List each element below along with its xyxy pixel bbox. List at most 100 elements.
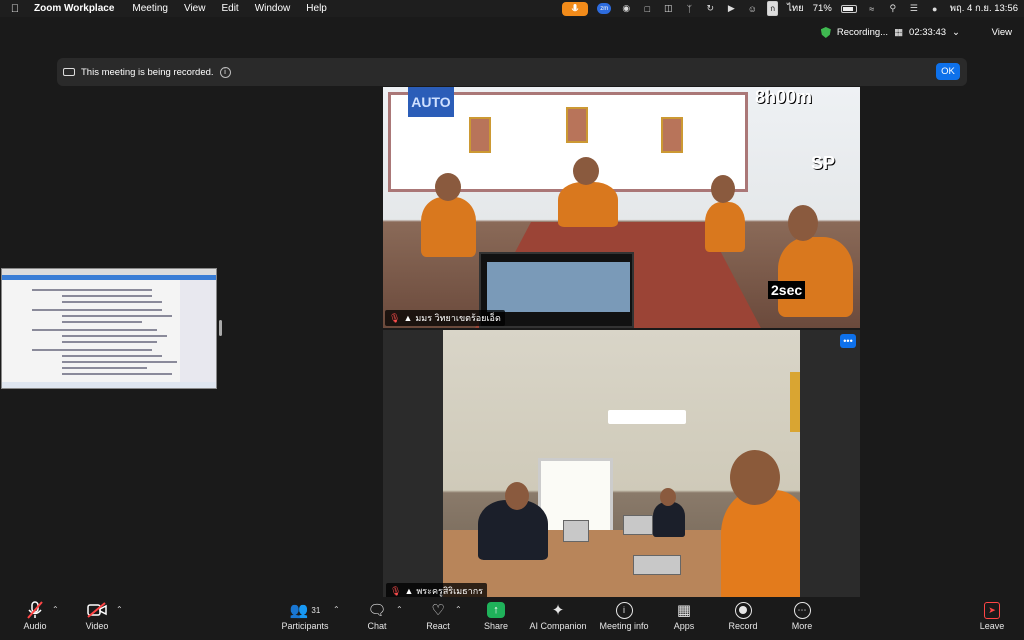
recording-status[interactable]: Recording... ▦ 02:33:43 ⌄ xyxy=(820,27,960,38)
video-button[interactable]: Video xyxy=(84,599,110,631)
muted-mic-icon: 🎙 xyxy=(389,312,401,323)
recording-banner: This meeting is being recorded. i OK xyxy=(57,58,967,86)
react-button[interactable]: ♡ React xyxy=(424,599,452,631)
user-icon[interactable]: ☺ xyxy=(746,3,758,14)
camera-2sec-overlay: 2sec xyxy=(768,281,806,299)
muted-mic-icon xyxy=(27,599,43,621)
zoom-top-bar: Recording... ▦ 02:33:43 ⌄ View xyxy=(0,17,1024,53)
screen-icon[interactable]: □ xyxy=(641,3,653,14)
siri-icon[interactable]: ● xyxy=(929,3,941,14)
ceiling-light xyxy=(608,410,686,424)
apps-icon: ▦ xyxy=(676,602,692,619)
leave-door-icon: ➤ xyxy=(984,601,1000,619)
wifi-icon[interactable]: ≈ xyxy=(866,3,878,14)
sync-icon[interactable]: ↻ xyxy=(704,3,716,14)
react-label: React xyxy=(426,621,450,631)
participant-name-tag: 🎙 ▲ มมร วิทยาเขตร้อยเอ็ด xyxy=(385,310,505,326)
participants-count: 31 xyxy=(311,605,321,615)
ok-button[interactable]: OK xyxy=(936,63,960,80)
menubar-clock[interactable]: พฤ. 4 ก.ย. 13:56 xyxy=(950,1,1018,16)
zoom-tray-icon[interactable]: zm xyxy=(597,3,612,14)
meeting-info-button[interactable]: i Meeting info xyxy=(597,599,651,631)
participants-icon: 👥 xyxy=(289,602,309,619)
tile-more-options-button[interactable]: ••• xyxy=(840,334,856,348)
more-label: More xyxy=(791,621,813,631)
sparkle-icon: ✦ xyxy=(551,602,565,619)
shelf xyxy=(790,372,800,432)
apps-label: Apps xyxy=(673,621,695,631)
chat-chevron-icon[interactable]: ⌃ xyxy=(396,605,403,614)
apps-button[interactable]: ▦ Apps xyxy=(671,599,697,631)
record-icon xyxy=(734,601,752,619)
menu-edit[interactable]: Edit xyxy=(213,3,246,14)
meeting-toolbar: Audio ⌃ Video ⌃ 👥 31 Participants ⌃ 🗨 Ch… xyxy=(0,597,1024,640)
menubar-tray: zm ◉ □ ◫ ᛉ ↻ ▶ ☺ ก ไทย 71% ≈ ⚲ ☰ ● พฤ. 4… xyxy=(562,0,1018,17)
video-label: Video xyxy=(85,621,109,631)
recording-message: This meeting is being recorded. xyxy=(81,66,214,78)
camera-sp-overlay: SP xyxy=(811,153,836,173)
recording-camera-icon xyxy=(63,68,75,76)
bluetooth-icon[interactable]: ᛉ xyxy=(683,3,695,14)
mic-in-use-icon[interactable] xyxy=(562,1,589,16)
leave-label: Leave xyxy=(979,621,1005,631)
record-button[interactable]: Record xyxy=(726,599,760,631)
audio-label: Audio xyxy=(23,621,47,631)
more-button[interactable]: ⋯ More xyxy=(789,599,815,631)
record-label: Record xyxy=(728,621,758,631)
video-tile-2[interactable] xyxy=(443,330,800,597)
participants-label: Participants xyxy=(281,621,329,631)
chat-icon: 🗨 xyxy=(367,602,387,619)
view-label: View xyxy=(991,27,1012,38)
ai-companion-label: AI Companion xyxy=(529,621,587,631)
line-app-icon[interactable]: ◉ xyxy=(620,3,632,14)
menu-meeting[interactable]: Meeting xyxy=(124,3,176,14)
airplay-icon[interactable]: ◫ xyxy=(662,3,674,14)
participant-name: พระครูสิริเมธากร xyxy=(416,586,483,596)
monk-participant xyxy=(721,490,800,597)
menu-help[interactable]: Help xyxy=(298,3,335,14)
auto-sign: AUTO xyxy=(408,87,454,117)
video-options-chevron-icon[interactable]: ⌃ xyxy=(116,605,123,614)
camera-time-overlay: 8h00m xyxy=(755,87,813,107)
share-arrow-icon: ↑ xyxy=(487,602,505,618)
play-icon[interactable]: ▶ xyxy=(725,3,737,14)
thumbnail-drag-handle[interactable] xyxy=(219,320,222,336)
security-shield-icon xyxy=(820,27,831,38)
chat-button[interactable]: 🗨 Chat xyxy=(365,599,389,631)
info-icon[interactable]: i xyxy=(219,66,231,78)
more-dots-icon: ⋯ xyxy=(793,601,811,619)
spotlight-icon[interactable]: ⚲ xyxy=(887,3,899,14)
react-chevron-icon[interactable]: ⌃ xyxy=(455,605,462,614)
pin-icon: ▲ xyxy=(404,586,414,596)
keyboard-layout-icon[interactable]: ก xyxy=(767,1,779,16)
control-center-icon[interactable]: ☰ xyxy=(908,3,920,14)
share-label: Share xyxy=(483,621,509,631)
share-button[interactable]: ↑ Share xyxy=(482,599,510,631)
participants-chevron-icon[interactable]: ⌃ xyxy=(333,605,340,614)
apple-icon[interactable]:  xyxy=(0,3,30,15)
view-button[interactable]: View xyxy=(992,27,1012,38)
meeting-info-label: Meeting info xyxy=(599,621,649,631)
pin-icon: ▲ xyxy=(403,313,413,323)
menu-window[interactable]: Window xyxy=(247,3,299,14)
participants-button[interactable]: 👥 31 Participants xyxy=(280,599,330,631)
audio-button[interactable]: Audio xyxy=(22,599,48,631)
video-off-icon xyxy=(87,599,107,621)
audio-options-chevron-icon[interactable]: ⌃ xyxy=(52,605,59,614)
shared-screen-thumbnail[interactable] xyxy=(1,268,217,389)
meeting-timer: 02:33:43 xyxy=(909,27,947,38)
video-tile-1[interactable]: AUTO 8h00m SP 2sec 🎙 ▲ มมร วิทยาเขตร้อยเ… xyxy=(383,87,860,328)
battery-icon[interactable] xyxy=(840,4,857,13)
battery-percent: 71% xyxy=(812,3,832,14)
input-language[interactable]: ไทย xyxy=(787,1,804,16)
muted-mic-icon: 🎙 xyxy=(390,585,402,596)
chat-label: Chat xyxy=(367,621,387,631)
timer-icon: ▦ xyxy=(894,27,904,38)
chevron-down-icon: ⌄ xyxy=(952,27,960,38)
ai-companion-button[interactable]: ✦ AI Companion xyxy=(528,599,588,631)
leave-button[interactable]: ➤ Leave xyxy=(978,599,1006,631)
menu-view[interactable]: View xyxy=(176,3,214,14)
menu-app-name[interactable]: Zoom Workplace xyxy=(30,3,124,14)
participant-name: มมร วิทยาเขตร้อยเอ็ด xyxy=(415,313,501,323)
mac-menubar:  Zoom Workplace Meeting View Edit Windo… xyxy=(0,0,1024,17)
